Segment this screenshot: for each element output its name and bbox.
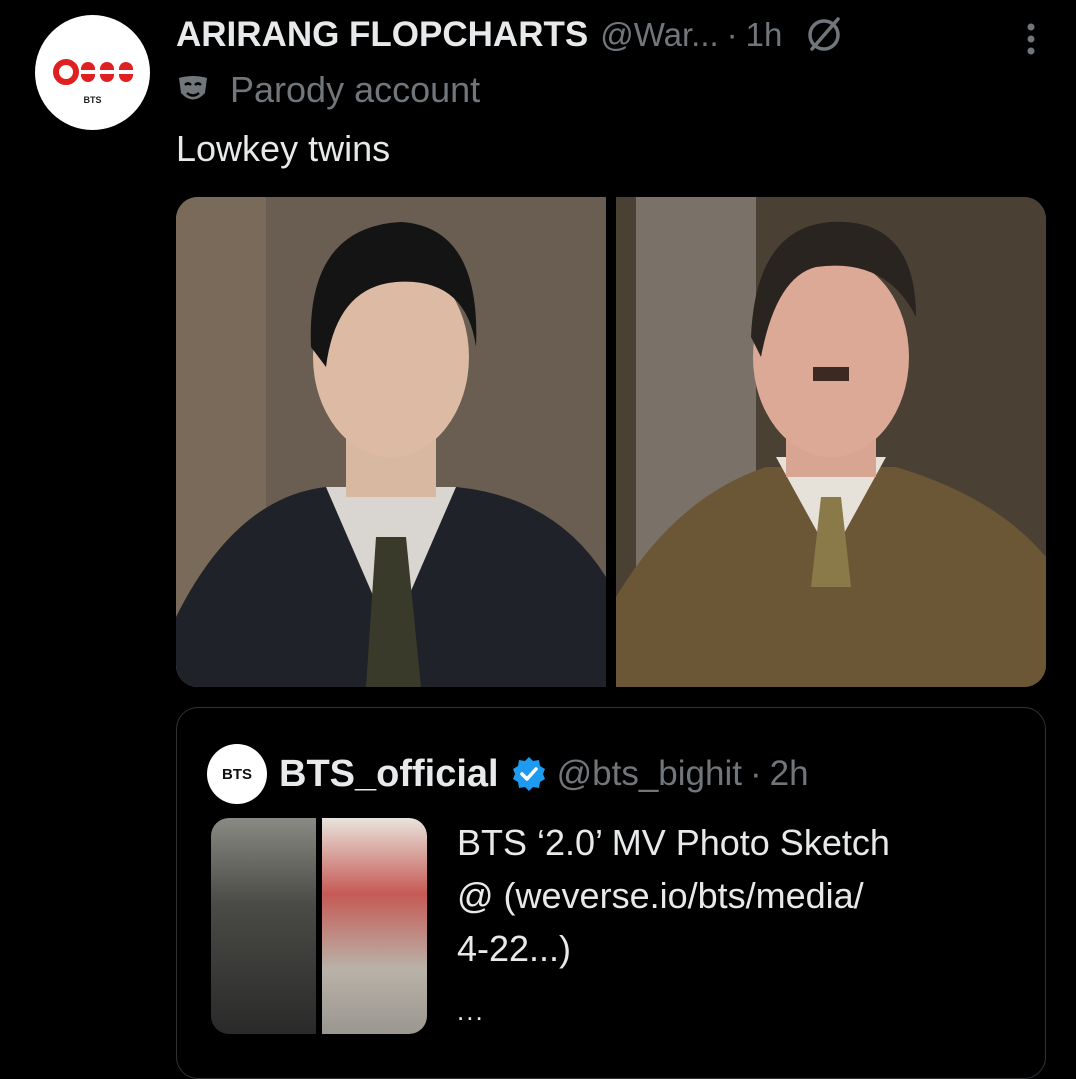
author-logo-text: BTS [83, 95, 102, 105]
post-time[interactable]: 1h [746, 16, 783, 54]
author-handle[interactable]: @War... [600, 16, 718, 54]
quoted-media[interactable] [211, 818, 427, 1034]
verified-badge-icon [512, 757, 545, 791]
quoted-media-photo-1 [211, 818, 316, 1034]
quoted-time[interactable]: 2h [770, 754, 809, 794]
more-icon[interactable] [1026, 22, 1036, 56]
quoted-separator: · [749, 754, 762, 793]
slashed-circle-icon[interactable] [804, 15, 844, 55]
quoted-media-photo-2 [322, 818, 427, 1034]
media-photo-1[interactable] [176, 197, 606, 687]
parody-mask-icon [179, 76, 207, 100]
header-separator: · [726, 16, 738, 53]
media-photo-2[interactable] [616, 197, 1046, 687]
author-name[interactable]: ARIRANG FLOPCHARTS [176, 15, 588, 55]
post-media-grid [176, 197, 1046, 687]
post-text: Lowkey twins [176, 128, 391, 169]
quoted-author-name[interactable]: BTS_official [279, 753, 499, 796]
parody-label-text: Parody account [230, 69, 481, 110]
quoted-post[interactable]: BTS BTS_official @bts_bighit · 2h BTS ‘2… [176, 707, 1046, 1079]
parody-label: Parody account [176, 68, 480, 112]
quoted-ellipsis: ... [457, 996, 485, 1026]
portrait-illustration-2 [616, 197, 1046, 687]
author-avatar[interactable]: BTS [35, 15, 150, 130]
post-header: ARIRANG FLOPCHARTS @War... · 1h [176, 10, 1046, 60]
quoted-avatar[interactable]: BTS [207, 744, 267, 804]
quoted-author-handle[interactable]: @bts_bighit [557, 754, 742, 794]
author-logo-icon [53, 59, 135, 85]
quoted-text: BTS ‘2.0’ MV Photo Sketch @ (weverse.io/… [457, 822, 890, 969]
quoted-header: BTS_official @bts_bighit · 2h [279, 744, 809, 804]
portrait-illustration-1 [176, 197, 606, 687]
